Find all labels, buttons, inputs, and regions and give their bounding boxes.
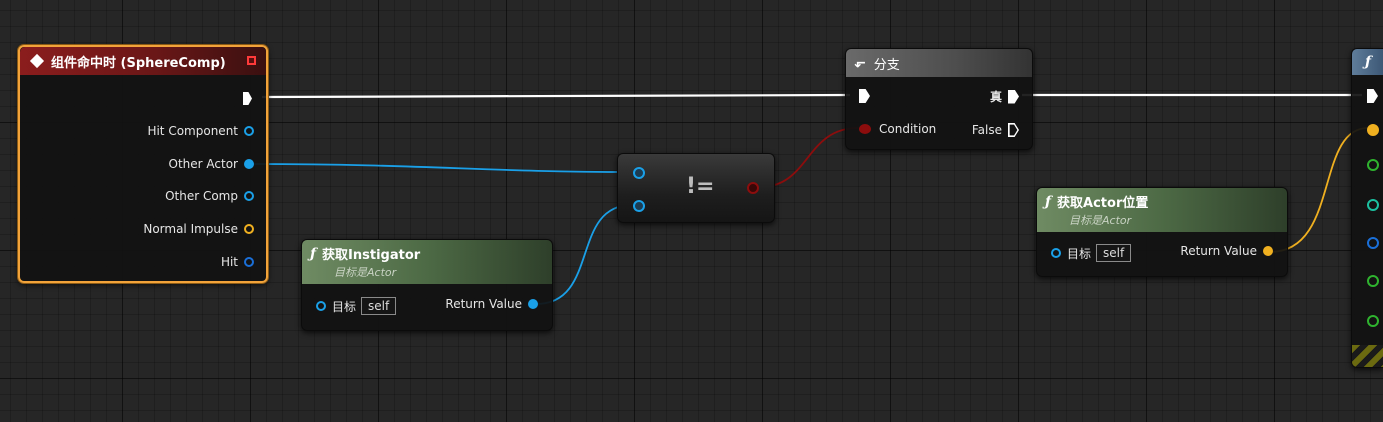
object-pin-icon[interactable] (1051, 248, 1061, 258)
exec-arrow-outline-icon (1008, 123, 1019, 137)
exec-output-pin[interactable] (243, 92, 252, 105)
pin-other-actor[interactable]: Other Actor (169, 157, 254, 171)
function-node-get-instigator[interactable]: ƒ 获取Instigator 目标是Actor 目标 self Return Va… (301, 239, 553, 331)
get-actor-location-header[interactable]: ƒ 获取Actor位置 目标是Actor (1037, 188, 1287, 232)
struct-pin-icon[interactable] (1263, 246, 1273, 256)
boolean-pin-icon[interactable] (747, 182, 759, 194)
object-pin-icon[interactable] (244, 159, 254, 169)
pin-normal-impulse[interactable]: Normal Impulse (143, 222, 254, 236)
location-return-pin[interactable]: Return Value (1180, 244, 1273, 258)
function-icon: ƒ (310, 245, 317, 262)
exec-arrow-icon (243, 92, 252, 105)
exec-arrow-icon (1008, 89, 1019, 104)
target-self-field[interactable]: self (361, 297, 397, 315)
branch-exec-input[interactable] (859, 89, 870, 103)
object-wire-other-actor[interactable] (247, 163, 633, 173)
teal-pin-icon[interactable] (1367, 199, 1379, 211)
delegate-pin-icon[interactable] (247, 56, 256, 65)
branch-condition-input[interactable]: Condition (859, 122, 936, 136)
object-pin-icon[interactable] (528, 299, 538, 309)
branch-node[interactable]: ⬐ 分支 真 Condition False (845, 48, 1033, 150)
instigator-return-pin[interactable]: Return Value (445, 297, 538, 311)
vector-pin-icon[interactable] (1367, 275, 1379, 287)
object-pin-icon[interactable] (1367, 237, 1379, 249)
event-node-title: 组件命中时 (SphereComp) (51, 55, 226, 71)
branch-icon: ⬐ (854, 55, 866, 71)
function-icon: ƒ (1365, 54, 1372, 70)
event-diamond-icon (29, 53, 45, 69)
pin-hit-component[interactable]: Hit Component (147, 124, 254, 138)
object-pin-icon[interactable] (633, 167, 645, 179)
event-node-header[interactable]: 组件命中时 (SphereComp) (20, 47, 266, 75)
exec-arrow-icon (859, 89, 870, 103)
get-instigator-header[interactable]: ƒ 获取Instigator 目标是Actor (302, 240, 552, 284)
struct-pin-icon[interactable] (244, 257, 254, 267)
branch-node-header[interactable]: ⬐ 分支 (846, 49, 1032, 77)
instigator-target-pin[interactable]: 目标 self (316, 297, 397, 315)
exec-wire-event-to-branch[interactable] (261, 93, 851, 99)
function-node-get-actor-location[interactable]: ƒ 获取Actor位置 目标是Actor 目标 self Return Value (1036, 187, 1288, 277)
pin-other-comp[interactable]: Other Comp (165, 189, 254, 203)
branch-true-output[interactable]: 真 (990, 88, 1019, 105)
pin-hit[interactable]: Hit (221, 255, 254, 269)
function-node-partial[interactable]: ƒ (1351, 48, 1383, 368)
object-pin-icon[interactable] (633, 200, 645, 212)
vector-pin-icon[interactable] (1367, 315, 1379, 327)
location-target-pin[interactable]: 目标 self (1051, 244, 1132, 262)
exec-input-icon[interactable] (1367, 89, 1378, 103)
struct-pin-icon[interactable] (1367, 124, 1379, 136)
vector-pin-icon[interactable] (1367, 159, 1379, 171)
target-self-field[interactable]: self (1096, 244, 1132, 262)
compare-node-not-equal[interactable]: != (617, 153, 775, 223)
not-equal-symbol: != (686, 174, 715, 199)
object-pin-icon[interactable] (316, 301, 326, 311)
boolean-pin-icon[interactable] (859, 124, 871, 134)
partial-node-header[interactable]: ƒ (1352, 49, 1383, 75)
event-node-component-hit[interactable]: 组件命中时 (SphereComp) Hit Component Other A… (18, 45, 268, 283)
object-pin-icon[interactable] (244, 126, 254, 136)
function-icon: ƒ (1045, 193, 1052, 210)
branch-false-output[interactable]: False (972, 123, 1019, 137)
object-pin-icon[interactable] (244, 191, 254, 201)
development-only-stripe-icon (1352, 345, 1383, 367)
struct-pin-icon[interactable] (244, 224, 254, 234)
